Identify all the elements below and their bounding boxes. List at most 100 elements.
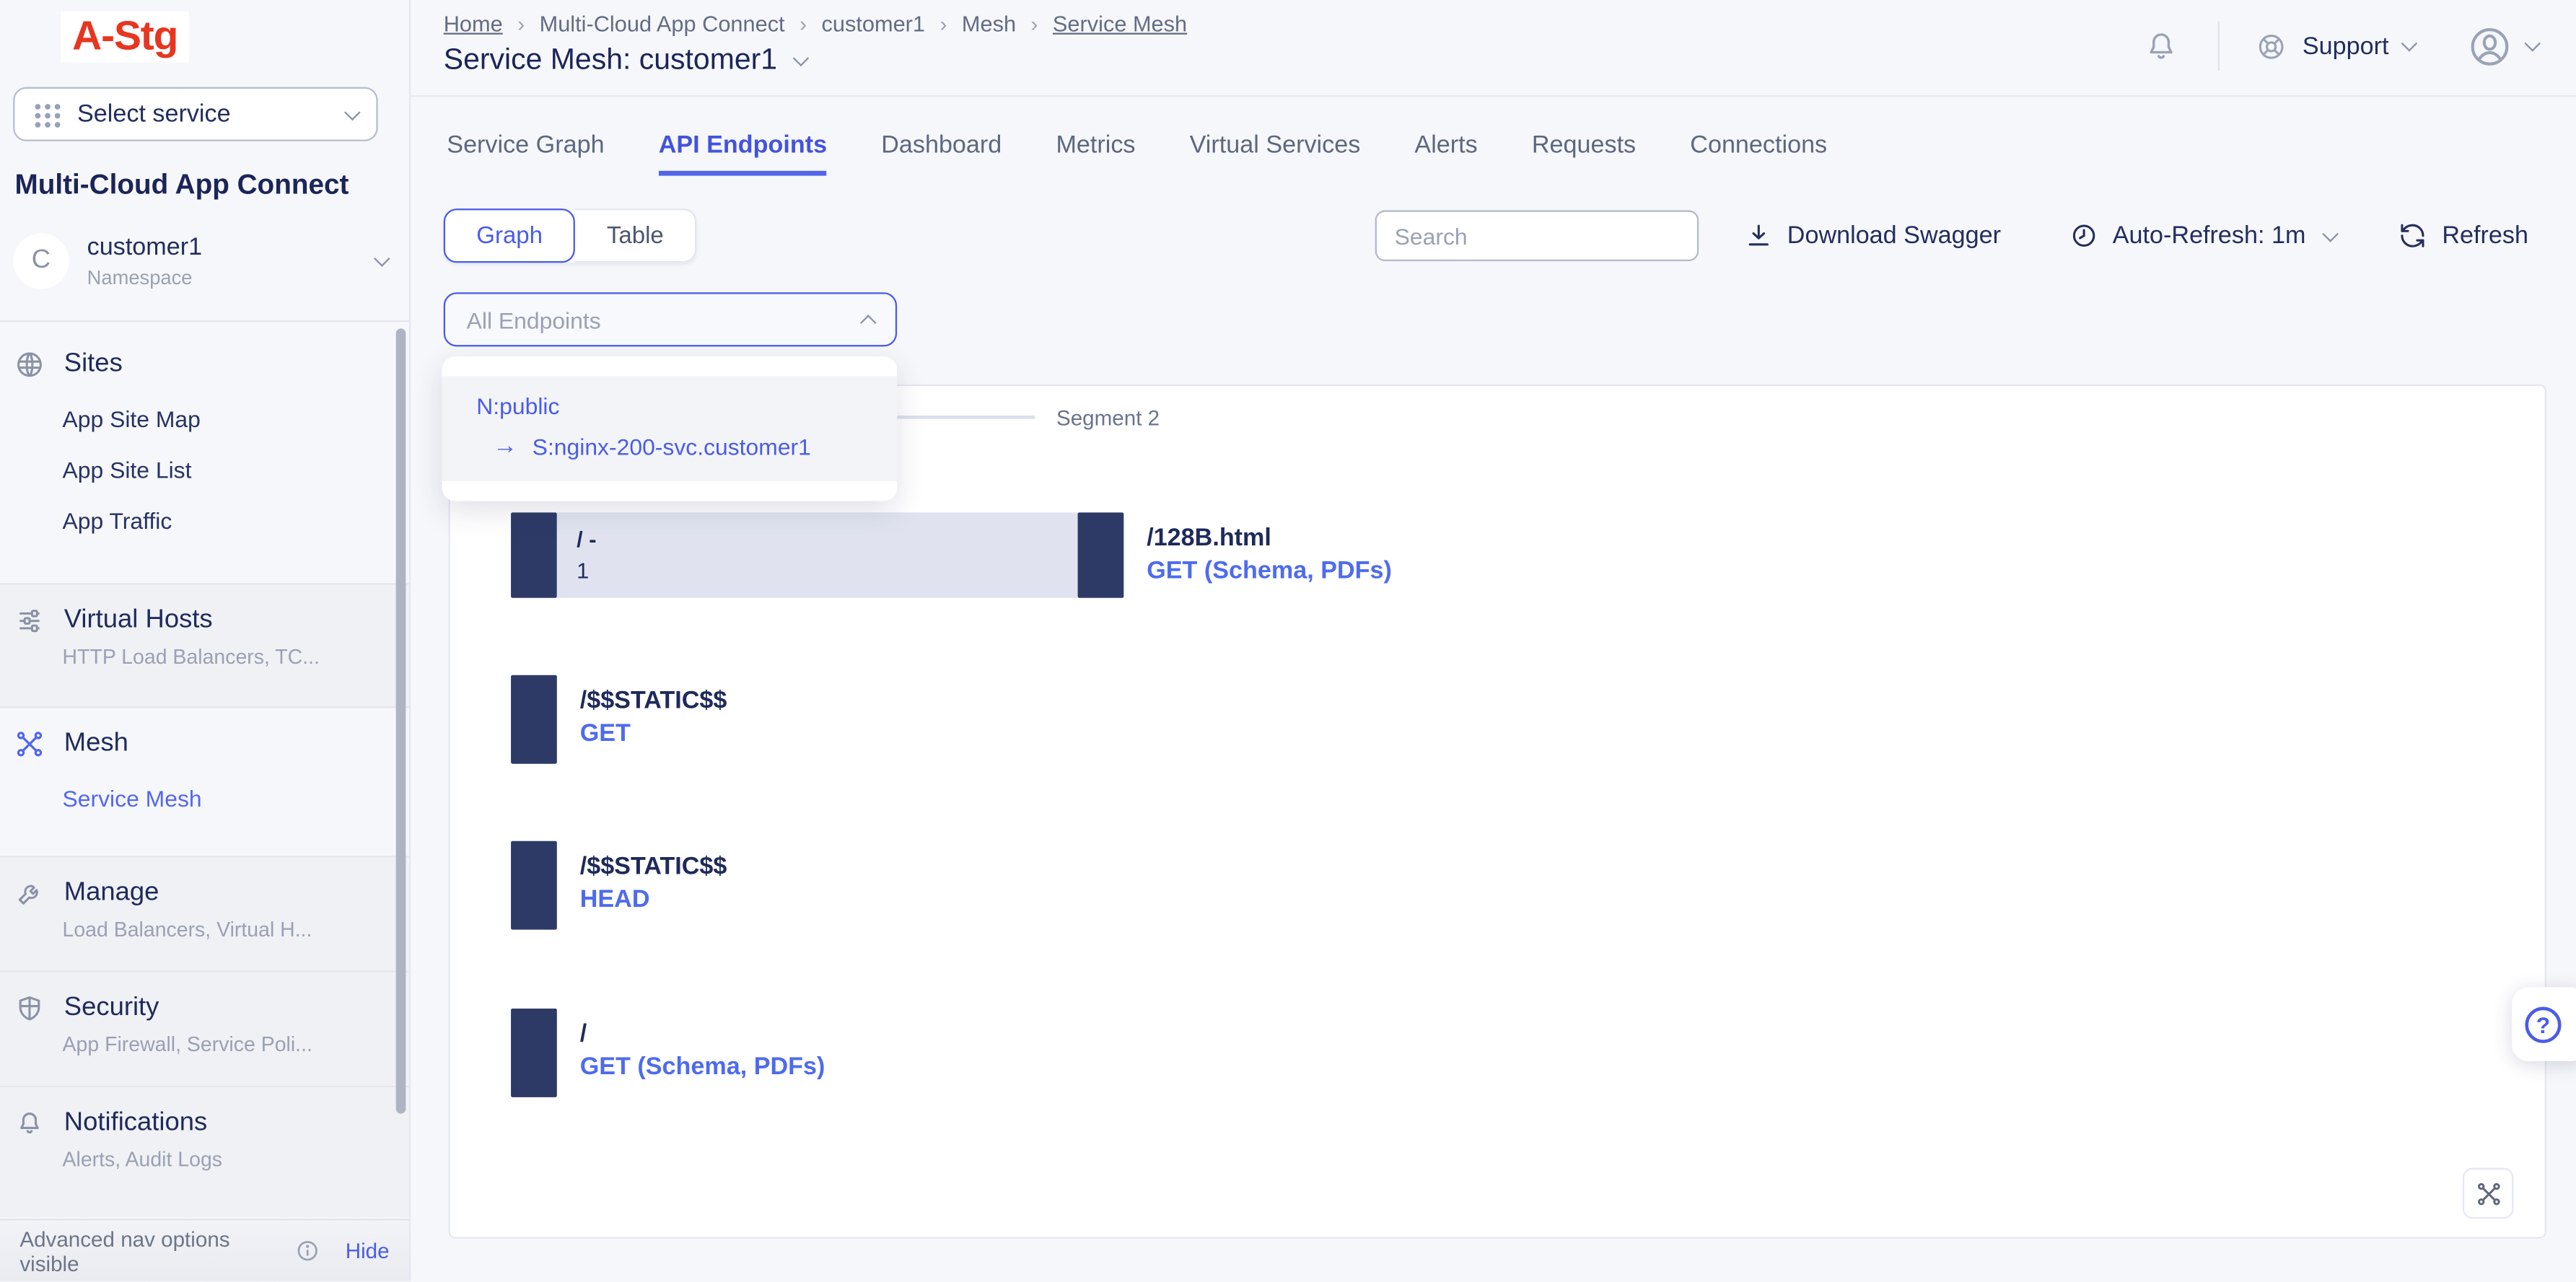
graph-node[interactable] [511, 841, 557, 930]
download-icon [1745, 221, 1773, 250]
main-area: Home Multi-Cloud App Connect customer1 M… [411, 0, 2576, 1281]
namespace-selector[interactable]: C customer1 Namespace [13, 219, 400, 304]
header-divider [2219, 22, 2220, 71]
shield-icon [14, 993, 44, 1023]
help-button[interactable]: ? [2512, 987, 2576, 1061]
endpoint-filter-menu: N:public → S:nginx-200-svc.customer1 [442, 356, 897, 501]
graph-row-endpoint[interactable]: / - 1 /128B.html GET (Schema, PDFs) [511, 512, 1392, 597]
tab-dashboard[interactable]: Dashboard [881, 131, 1002, 175]
endpoint-option[interactable]: N:public → S:nginx-200-svc.customer1 [442, 376, 897, 481]
graph-node[interactable] [511, 512, 557, 597]
breadcrumb-namespace[interactable]: customer1 [822, 12, 926, 36]
mesh-expand-icon [2475, 1180, 2501, 1206]
support-menu[interactable]: Support [2256, 30, 2415, 61]
info-icon [296, 1239, 320, 1263]
nav-group-virtual-hosts[interactable]: Virtual Hosts HTTP Load Balancers, TC... [0, 585, 409, 706]
namespace-avatar: C [13, 233, 69, 289]
tab-metrics[interactable]: Metrics [1056, 131, 1135, 175]
nav-group-notifications[interactable]: Notifications Alerts, Audit Logs [0, 1087, 409, 1217]
endpoint-method-link[interactable]: GET (Schema, PDFs) [1147, 557, 1392, 585]
nav-group-label: Manage [64, 879, 159, 908]
tab-connections[interactable]: Connections [1690, 131, 1827, 175]
graph-row-endpoint[interactable]: / GET (Schema, PDFs) [511, 1009, 825, 1097]
tab-requests[interactable]: Requests [1532, 131, 1636, 175]
graph-row-endpoint[interactable]: /$$STATIC$$ HEAD [511, 841, 727, 930]
graph-row-endpoint[interactable]: /$$STATIC$$ GET [511, 675, 727, 764]
tab-virtual-services[interactable]: Virtual Services [1190, 131, 1361, 175]
select-service-dropdown[interactable]: Select service [13, 87, 377, 141]
notifications-bell-icon[interactable] [2145, 29, 2179, 63]
graph-edge-line [897, 416, 1035, 419]
hide-advanced-nav-link[interactable]: Hide [346, 1239, 390, 1263]
auto-refresh-dropdown[interactable]: Auto-Refresh: 1m [2070, 221, 2337, 250]
tab-api-endpoints[interactable]: API Endpoints [659, 131, 827, 175]
chevron-down-icon [2524, 35, 2541, 52]
breadcrumb-separator [1031, 12, 1038, 36]
endpoint-option-namespace: N:public [442, 392, 897, 418]
download-swagger-button[interactable]: Download Swagger [1745, 221, 2001, 250]
bell-icon [14, 1109, 44, 1138]
chevron-down-icon [374, 250, 390, 267]
sliders-icon [14, 606, 44, 636]
breadcrumb-service-mesh[interactable]: Service Mesh [1053, 12, 1187, 36]
edge-path-label: / - [577, 527, 1077, 552]
tab-alerts[interactable]: Alerts [1414, 131, 1477, 175]
breadcrumb-mesh[interactable]: Mesh [962, 12, 1016, 36]
auto-refresh-label: Auto-Refresh: 1m [2113, 221, 2306, 250]
download-swagger-label: Download Swagger [1787, 221, 2001, 250]
graph-recenter-button[interactable] [2463, 1168, 2514, 1219]
sidebar-item-service-mesh[interactable]: Service Mesh [63, 787, 409, 810]
nav-group-subtitle: Load Balancers, Virtual H... [0, 908, 409, 941]
toolbar: Graph Table Download Swagger Auto-Refres… [444, 208, 2528, 263]
chevron-down-icon [2323, 225, 2339, 242]
header-actions: Support [2145, 19, 2538, 72]
endpoint-method-link[interactable]: GET [580, 719, 727, 747]
api-endpoints-graph-card: Segment 2 / - 1 /128B.html GET (Schema, … [449, 385, 2546, 1239]
sidebar-item-app-site-map[interactable]: App Site Map [63, 408, 409, 431]
nav-group-subtitle: Alerts, Audit Logs [0, 1138, 409, 1172]
graph-node[interactable] [511, 1009, 557, 1097]
nav-group-manage[interactable]: Manage Load Balancers, Virtual H... [0, 857, 409, 970]
account-menu[interactable] [2468, 24, 2538, 68]
refresh-button[interactable]: Refresh [2399, 221, 2528, 250]
sidebar-scrollbar[interactable] [396, 328, 406, 1113]
grid-icon [33, 100, 63, 129]
question-icon: ? [2525, 1006, 2561, 1042]
endpoint-filter-dropdown[interactable]: All Endpoints [444, 292, 897, 346]
nav-group-subtitle: App Firewall, Service Poli... [0, 1023, 409, 1056]
nav-group-label: Security [64, 993, 159, 1023]
product-title: Multi-Cloud App Connect [14, 170, 349, 203]
namespace-type-label: Namespace [87, 266, 202, 289]
view-toggle-table[interactable]: Table [576, 208, 697, 263]
segment-label: Segment 2 [1056, 405, 1160, 430]
graph-node[interactable] [511, 675, 557, 764]
chevron-up-icon [860, 315, 877, 331]
breadcrumb-product[interactable]: Multi-Cloud App Connect [540, 12, 785, 36]
endpoint-method-link[interactable]: HEAD [580, 885, 727, 913]
app-window: A-Stg Select service Multi-Cloud App Con… [0, 0, 2576, 1281]
endpoint-method-link[interactable]: GET (Schema, PDFs) [580, 1053, 825, 1081]
nav-group-label: Mesh [64, 729, 128, 759]
nav-group-sites: Sites App Site Map App Site List App Tra… [0, 328, 409, 583]
nav-group-security[interactable]: Security App Firewall, Service Poli... [0, 973, 409, 1086]
nav-group-sites-header[interactable]: Sites [0, 328, 409, 379]
tab-service-graph[interactable]: Service Graph [447, 131, 604, 175]
endpoint-path-label: /128B.html [1147, 524, 1392, 552]
search-input[interactable] [1375, 210, 1699, 261]
support-label: Support [2303, 32, 2389, 60]
view-toggle: Graph Table [444, 208, 697, 263]
sidebar-item-app-site-list[interactable]: App Site List [63, 458, 409, 481]
endpoint-option-service: S:nginx-200-svc.customer1 [533, 433, 811, 459]
chevron-down-icon[interactable] [793, 49, 810, 66]
view-toggle-graph[interactable]: Graph [444, 208, 576, 263]
nav-group-subtitle: HTTP Load Balancers, TC... [0, 636, 409, 669]
graph-node[interactable] [1078, 512, 1124, 597]
life-buoy-icon [2256, 30, 2287, 61]
clock-icon [2070, 221, 2098, 250]
sidebar: A-Stg Select service Multi-Cloud App Con… [0, 0, 411, 1281]
nav-group-mesh-header[interactable]: Mesh [0, 708, 409, 759]
breadcrumb: Home Multi-Cloud App Connect customer1 M… [444, 12, 1187, 36]
sidebar-item-app-traffic[interactable]: App Traffic [63, 509, 409, 532]
advanced-nav-label: Advanced nav options visible [19, 1226, 284, 1276]
breadcrumb-home[interactable]: Home [444, 12, 503, 36]
